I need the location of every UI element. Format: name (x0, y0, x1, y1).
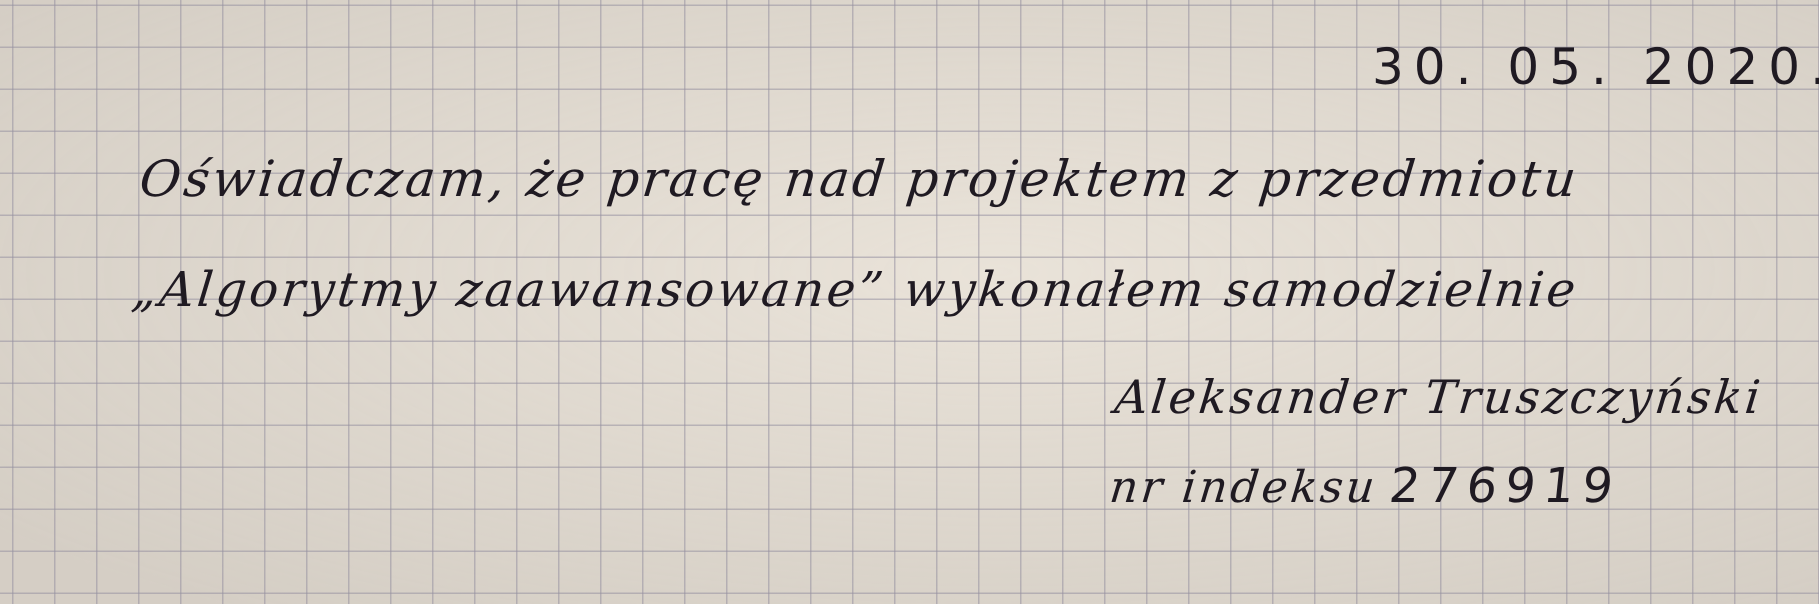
index-label: nr indeksu (1107, 462, 1381, 513)
document-date: 30. 05. 2020. (1372, 38, 1819, 96)
statement-line-1: Oświadczam, że pracę nad projektem z prz… (136, 150, 1582, 208)
index-number: 276919 (1386, 458, 1624, 514)
signature-name: Aleksander Truszczyński (1112, 370, 1766, 424)
statement-line-2: „Algorytmy zaawansowane” wykonałem samod… (129, 262, 1582, 318)
student-index-line: nr indeksu 276919 (1107, 458, 1624, 514)
grid-paper-page: 30. 05. 2020. Oświadczam, że pracę nad p… (0, 0, 1819, 604)
